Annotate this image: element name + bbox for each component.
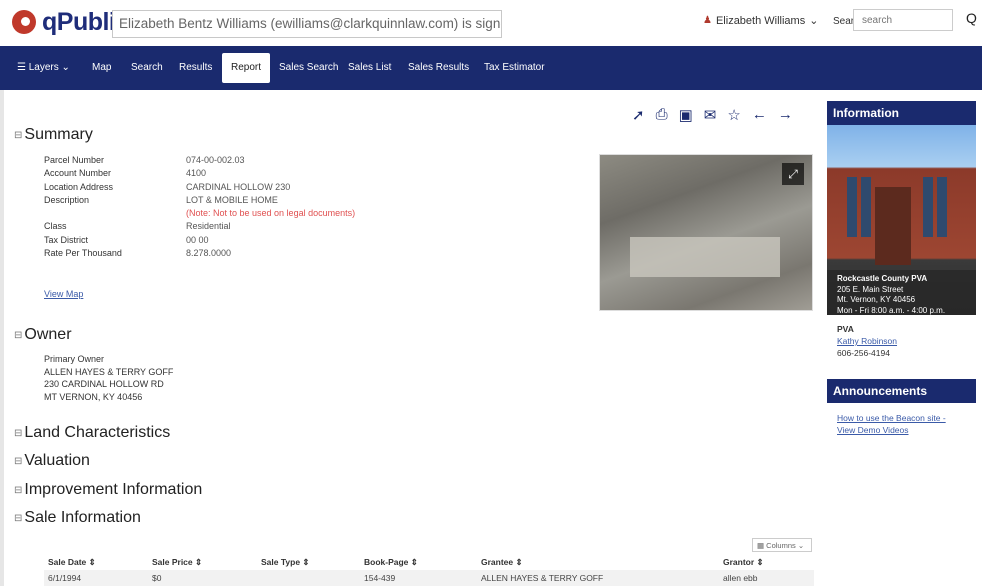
cell-book-page: 154-439 — [364, 573, 396, 583]
nav-report[interactable]: Report — [222, 53, 271, 83]
tax-district: 00 00 — [186, 234, 209, 245]
chevron-down-icon: ⌄ — [809, 15, 819, 27]
cell-grantor: allen ebb — [723, 573, 758, 583]
pva-phone: 606-256-4194 — [837, 348, 890, 358]
cell-grantee: ALLEN HAYES & TERRY GOFF — [481, 573, 604, 583]
class: Residential — [186, 221, 231, 232]
owner-street: 230 CARDINAL HOLLOW RD — [44, 379, 164, 389]
report-toolbar: ➚ ⎙ ▣ ✉ ☆ ← → — [632, 106, 793, 124]
image-icon[interactable]: ▣ — [679, 106, 693, 124]
section-title: Land Characteristics — [24, 424, 171, 441]
nav-tax-estimator[interactable]: Tax Estimator — [484, 62, 545, 73]
rate-per-thousand: 8.278.0000 — [186, 248, 232, 259]
main-nav: ☰ Layers ⌄ Map Search Results Report Sal… — [0, 46, 982, 90]
office-photo: Rockcastle County PVA 205 E. Main Street… — [827, 125, 976, 315]
section-title: Summary — [24, 126, 93, 143]
signed-in-banner: Elizabeth Bentz Williams (ewilliams@clar… — [112, 10, 502, 38]
col-sale-type[interactable]: Sale Type ⇕ — [261, 557, 310, 568]
col-grantee[interactable]: Grantee ⇕ — [481, 557, 523, 568]
view-map-link[interactable]: View Map — [44, 288, 83, 301]
qpublic-logo[interactable]: qPubli — [12, 7, 116, 37]
top-bar: qPubli Elizabeth Bentz Williams (ewillia… — [0, 0, 982, 44]
section-title: Owner — [24, 326, 72, 343]
section-owner[interactable]: ⊟ Owner — [14, 326, 72, 344]
description: LOT & MOBILE HOME — [186, 194, 278, 205]
nav-sales-list[interactable]: Sales List — [348, 62, 391, 73]
section-improvement-information[interactable]: ⊟ Improvement Information — [14, 481, 202, 499]
photo-wall — [630, 237, 780, 277]
col-grantor[interactable]: Grantor ⇕ — [723, 557, 764, 568]
col-sale-date[interactable]: Sale Date ⇕ — [48, 557, 96, 568]
office-city: Mt. Vernon, KY 40456 — [837, 295, 916, 304]
section-summary[interactable]: ⊟ Summary — [14, 126, 93, 144]
forward-arrow-icon[interactable]: → — [778, 106, 793, 124]
section-land-characteristics[interactable]: ⊟ Land Characteristics — [14, 424, 170, 442]
page-left-edge — [0, 90, 4, 586]
section-title: Improvement Information — [24, 481, 203, 498]
office-name: Rockcastle County PVA — [837, 274, 928, 283]
collapse-icon: ⊟ — [14, 484, 23, 496]
nav-layers[interactable]: ☰ Layers ⌄ — [17, 62, 70, 73]
section-title: Sale Information — [24, 509, 141, 526]
search-icon[interactable]: Q — [966, 10, 977, 26]
section-valuation[interactable]: ⊟ Valuation — [14, 452, 90, 470]
office-street: 205 E. Main Street — [837, 284, 904, 294]
nav-results[interactable]: Results — [179, 62, 212, 73]
print-icon[interactable]: ⎙ — [656, 106, 668, 124]
office-info: Rockcastle County PVA 205 E. Main Street… — [827, 270, 976, 315]
search-input[interactable] — [853, 9, 953, 31]
owner-city: MT VERNON, KY 40456 — [44, 391, 143, 402]
logo-mark-icon — [12, 8, 42, 36]
nav-map[interactable]: Map — [92, 62, 111, 73]
pva-contact: PVA Kathy Robinson 606-256-4194 — [827, 323, 976, 359]
collapse-icon: ⊟ — [14, 129, 23, 141]
section-title: Valuation — [24, 452, 90, 469]
user-menu[interactable]: ♟ Elizabeth Williams ⌄ — [703, 14, 819, 28]
nav-search[interactable]: Search — [131, 62, 163, 73]
user-name: Elizabeth Williams — [715, 14, 806, 27]
collapse-icon: ⊟ — [14, 455, 23, 467]
legal-note: (Note: Not to be used on legal documents… — [186, 208, 356, 219]
share-icon[interactable]: ➚ — [632, 106, 645, 124]
primary-owner-label: Primary Owner — [44, 354, 105, 364]
location-address: CARDINAL HOLLOW 230 — [186, 181, 291, 192]
pva-name-link[interactable]: Kathy Robinson — [837, 335, 976, 347]
summary-labels: Parcel Number Account Number Location Ad… — [44, 155, 122, 259]
announcement-link[interactable]: How to use the Beacon site - View Demo V… — [837, 413, 946, 435]
parcel-photo[interactable]: ⤢ — [599, 154, 813, 311]
logo-text: qPubli — [42, 7, 116, 36]
collapse-icon: ⊟ — [14, 512, 23, 524]
summary-values: 074-00-002.03 4100 CARDINAL HOLLOW 230 L… — [186, 154, 355, 260]
pva-label: PVA — [837, 324, 854, 334]
owner-block: Primary Owner ALLEN HAYES & TERRY GOFF 2… — [44, 353, 173, 403]
office-hours: Mon - Fri 8:00 a.m. - 4:00 p.m. — [837, 305, 946, 315]
info-sidebar: Information Rockcastle County PVA 205 E.… — [827, 101, 976, 445]
owner-name: ALLEN HAYES & TERRY GOFF — [44, 366, 174, 377]
announcements-header: Announcements — [827, 379, 976, 403]
back-arrow-icon[interactable]: ← — [752, 106, 767, 124]
expand-icon[interactable]: ⤢ — [782, 163, 804, 185]
parcel-number: 074-00-002.03 — [186, 155, 245, 165]
nav-sales-results[interactable]: Sales Results — [408, 62, 469, 73]
star-icon[interactable]: ☆ — [727, 106, 740, 124]
col-sale-price[interactable]: Sale Price ⇕ — [152, 557, 202, 568]
col-book-page[interactable]: Book-Page ⇕ — [364, 557, 418, 568]
section-sale-information[interactable]: ⊟ Sale Information — [14, 509, 141, 527]
information-header: Information — [827, 101, 976, 125]
account-number: 4100 — [186, 168, 207, 179]
announcements-body: How to use the Beacon site - View Demo V… — [827, 403, 976, 445]
columns-button[interactable]: ▦ Columns ⌄ — [752, 538, 812, 552]
cell-sale-price: $0 — [152, 573, 162, 583]
email-icon[interactable]: ✉ — [704, 106, 717, 124]
nav-sales-search[interactable]: Sales Search — [279, 62, 338, 73]
collapse-icon: ⊟ — [14, 329, 23, 341]
collapse-icon: ⊟ — [14, 427, 23, 439]
cell-sale-date: 6/1/1994 — [48, 573, 82, 583]
user-icon: ♟ — [703, 15, 712, 26]
